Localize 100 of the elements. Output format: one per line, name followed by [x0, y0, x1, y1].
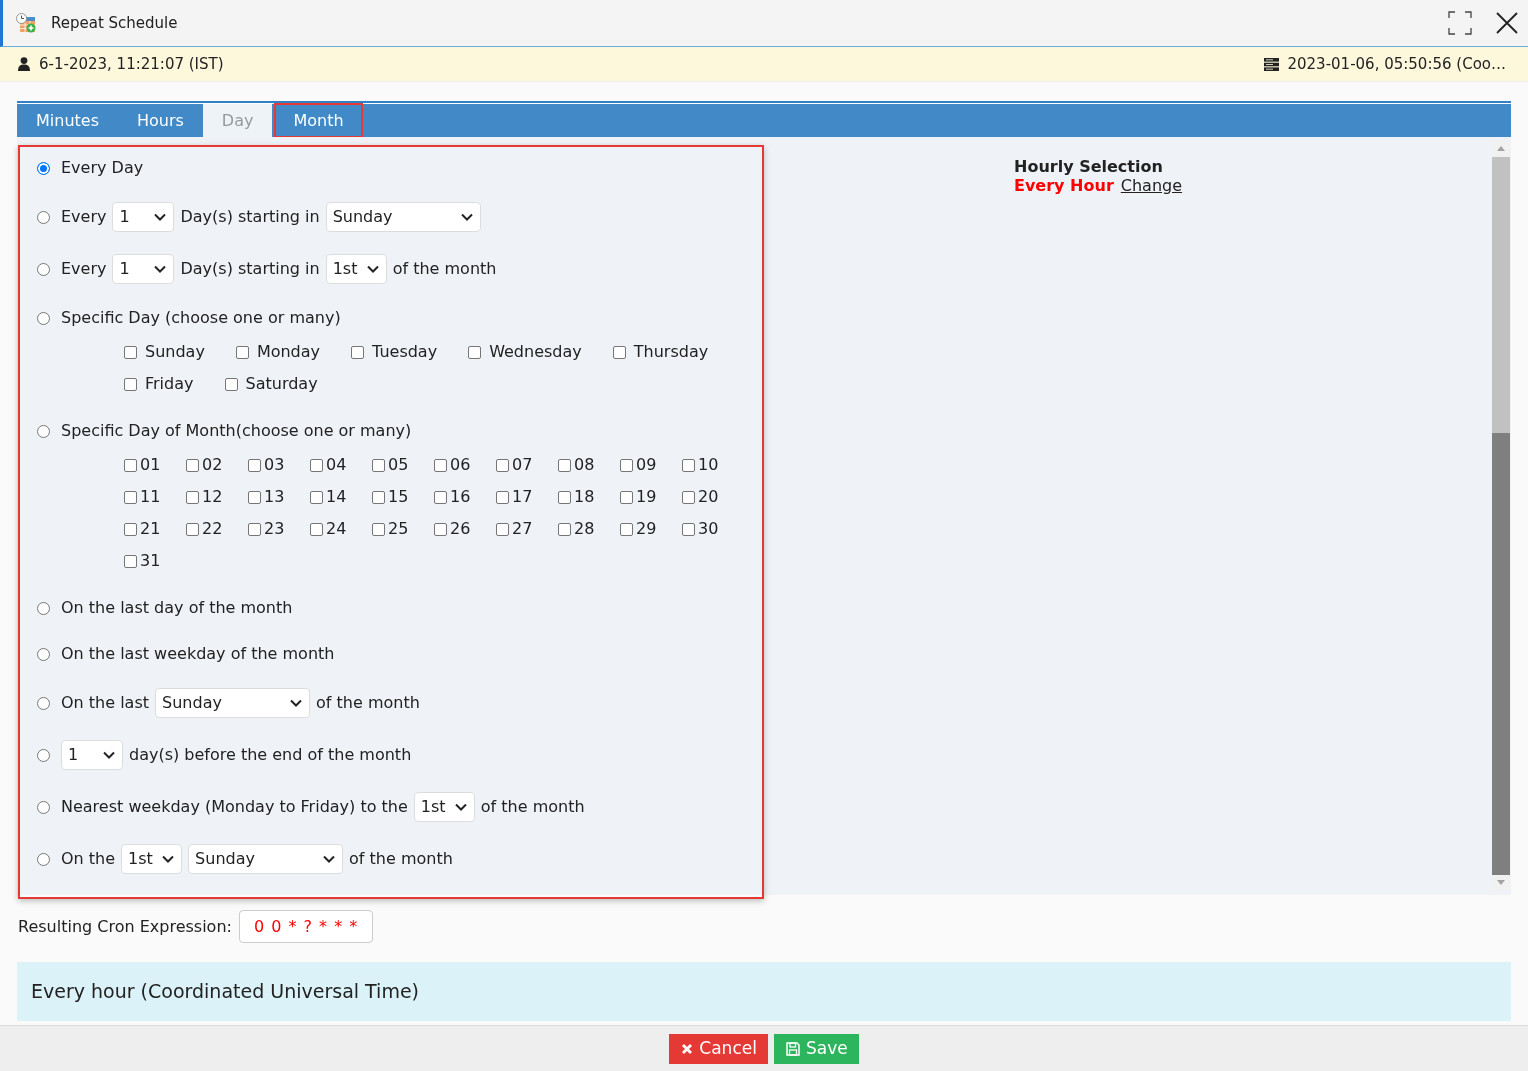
checkbox[interactable]	[310, 458, 323, 472]
checkbox[interactable]	[682, 490, 695, 504]
radio-button[interactable]	[37, 161, 50, 175]
checkbox-label: 17	[512, 486, 533, 508]
checkbox[interactable]	[124, 345, 137, 359]
close-icon[interactable]	[1496, 12, 1518, 34]
checkbox[interactable]	[235, 345, 249, 359]
dropdown[interactable]: Sunday	[325, 202, 481, 232]
radio-button[interactable]	[37, 424, 50, 438]
checkbox[interactable]	[372, 490, 385, 504]
option-text: day(s) before the end of the month	[129, 744, 412, 766]
dropdown[interactable]: 1st	[121, 844, 183, 874]
checkbox[interactable]	[468, 345, 482, 359]
tab[interactable]: Hours	[118, 104, 203, 137]
checkbox[interactable]	[372, 458, 385, 472]
dropdown[interactable]: 1	[61, 740, 123, 770]
checkbox[interactable]	[620, 490, 633, 504]
radio-button[interactable]	[37, 647, 50, 661]
checkbox[interactable]	[186, 458, 199, 472]
checkbox[interactable]	[248, 458, 261, 472]
option-text: Specific Day of Month(choose one or many)	[61, 420, 412, 442]
checkbox[interactable]	[434, 490, 447, 504]
radio-button[interactable]	[37, 262, 50, 276]
option-text: On the	[61, 848, 116, 870]
checkbox[interactable]	[682, 522, 695, 536]
checkbox-label: 14	[326, 486, 347, 508]
checkbox[interactable]	[351, 345, 365, 359]
checkbox[interactable]	[310, 490, 323, 504]
checkbox[interactable]	[124, 458, 137, 472]
checkbox[interactable]	[186, 522, 199, 536]
radio-button[interactable]	[37, 852, 50, 866]
checkbox[interactable]	[372, 522, 385, 536]
dropdown[interactable]: 1st	[413, 792, 475, 822]
checkbox[interactable]	[682, 458, 695, 472]
chevron-down-icon	[162, 855, 175, 863]
radio-button[interactable]	[37, 311, 50, 325]
checkbox[interactable]	[124, 377, 137, 391]
change-link[interactable]: Change	[1120, 176, 1183, 195]
checkbox[interactable]	[124, 522, 137, 536]
dropdown[interactable]: Sunday	[188, 844, 344, 874]
option-text: of the month	[392, 258, 497, 280]
tab[interactable]: Minutes	[17, 104, 118, 137]
option-text: On the last weekday of the month	[61, 643, 335, 665]
scrollbar[interactable]	[1492, 140, 1510, 890]
checkbox[interactable]	[612, 345, 626, 359]
radio-button[interactable]	[37, 601, 50, 615]
checkbox[interactable]	[224, 377, 238, 391]
checkbox-label: 30	[698, 518, 719, 540]
checkbox[interactable]	[496, 490, 509, 504]
checkbox[interactable]	[310, 522, 323, 536]
checkbox[interactable]	[496, 458, 509, 472]
dropdown[interactable]: 1	[112, 254, 175, 284]
radio-button[interactable]	[37, 748, 50, 762]
checkbox-label: Sunday	[145, 341, 205, 363]
checkbox-label: 26	[450, 518, 471, 540]
dropdown[interactable]: 1st	[325, 254, 387, 284]
checkbox[interactable]	[620, 522, 633, 536]
option-text: of the month	[316, 692, 420, 714]
dropdown[interactable]: Sunday	[155, 688, 311, 718]
checkbox-label: 23	[264, 518, 285, 540]
cancel-button[interactable]: Cancel	[669, 1033, 768, 1064]
option-text: On the last	[61, 692, 150, 714]
checkbox-label: 08	[574, 454, 595, 476]
checkbox-label: 25	[388, 518, 409, 540]
cron-expression: 0 0 * ? * * *	[238, 910, 374, 943]
checkbox[interactable]	[434, 458, 447, 472]
section-title: Hourly Selection	[1014, 157, 1164, 176]
radio-button[interactable]	[37, 210, 50, 224]
checkbox[interactable]	[558, 490, 571, 504]
checkbox[interactable]	[248, 522, 261, 536]
radio-button[interactable]	[37, 696, 50, 710]
server-icon	[1264, 57, 1280, 71]
radio-button[interactable]	[37, 800, 50, 814]
checkbox-label: 01	[140, 454, 161, 476]
checkbox-label: 07	[512, 454, 533, 476]
checkbox[interactable]	[620, 458, 633, 472]
checkbox-label: 03	[264, 454, 285, 476]
description-text: Every hour (Coordinated Universal Time)	[31, 979, 419, 1005]
checkbox-label: 31	[140, 550, 161, 572]
maximize-icon[interactable]	[1448, 11, 1472, 35]
option-text: Day(s) starting in	[180, 206, 320, 228]
local-time: 6-1-2023, 11:21:07 (IST)	[39, 53, 224, 75]
checkbox[interactable]	[558, 458, 571, 472]
option-text: Specific Day (choose one or many)	[61, 307, 341, 329]
checkbox-label: Monday	[256, 341, 321, 363]
checkbox[interactable]	[124, 490, 137, 504]
checkbox-label: Saturday	[245, 373, 318, 395]
checkbox[interactable]	[496, 522, 509, 536]
checkbox[interactable]	[434, 522, 447, 536]
dropdown[interactable]: 1	[112, 202, 175, 232]
chevron-down-icon	[103, 751, 115, 759]
option-text: On the last day of the month	[61, 597, 293, 619]
checkbox-label: 27	[512, 518, 533, 540]
checkbox-label: 19	[636, 486, 657, 508]
checkbox[interactable]	[186, 490, 199, 504]
checkbox[interactable]	[248, 490, 261, 504]
checkbox[interactable]	[558, 522, 571, 536]
option-text: of the month	[480, 796, 585, 818]
checkbox-label: 16	[450, 486, 471, 508]
checkbox[interactable]	[124, 554, 137, 568]
